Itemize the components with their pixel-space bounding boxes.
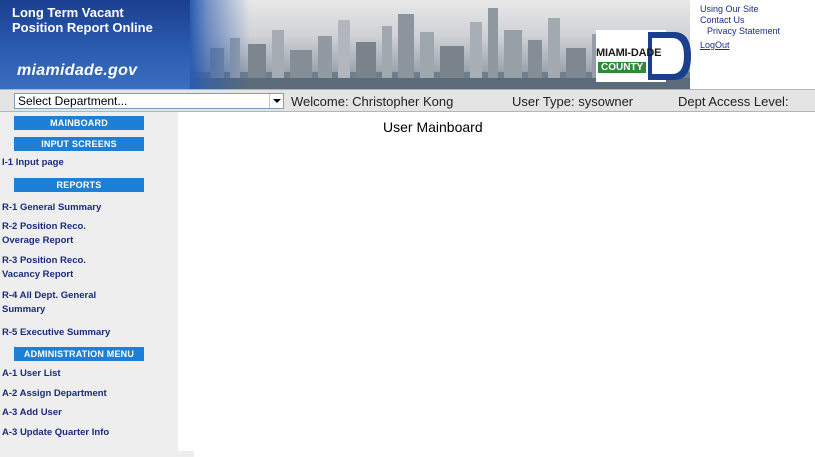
nav-link-r1-general-summary[interactable]: R-1 General Summary — [2, 201, 172, 215]
nav-header-reports: REPORTS — [14, 178, 144, 192]
logout-link[interactable]: LogOut — [700, 40, 810, 51]
nav-link-a3-add-user[interactable]: A-3 Add User — [2, 406, 172, 420]
banner-fade — [190, 0, 250, 89]
county-logo-subtext: COUNTY — [598, 62, 647, 73]
sidebar-footer-edge — [178, 451, 194, 457]
nav-mainboard[interactable]: MAINBOARD — [14, 116, 144, 130]
user-type-text: User Type: sysowner — [512, 94, 634, 109]
department-select[interactable]: Select Department... — [14, 93, 284, 109]
using-our-site-link[interactable]: Using Our Site — [700, 4, 810, 15]
app-title-line1: Long Term Vacant — [12, 5, 124, 20]
page-title: User Mainboard — [383, 119, 483, 135]
utility-links: Using Our Site Contact Us Privacy Statem… — [700, 4, 810, 51]
site-name-logo[interactable]: miamidade.gov — [17, 62, 137, 80]
nav-link-r2-overage[interactable]: R-2 Position Reco. Overage Report — [2, 220, 112, 248]
sidebar: MAINBOARD INPUT SCREENS I-1 Input page R… — [0, 112, 178, 457]
nav-header-administration: ADMINISTRATION MENU — [14, 347, 144, 361]
contact-us-link[interactable]: Contact Us — [700, 15, 810, 26]
brand-panel: Long Term Vacant Position Report Online … — [0, 0, 190, 89]
nav-link-r3-vacancy[interactable]: R-3 Position Reco. Vacancy Report — [2, 254, 112, 282]
department-select-value: Select Department... — [18, 94, 128, 108]
welcome-text: Welcome: Christopher Kong — [291, 94, 454, 109]
info-bar: Select Department... Welcome: Christophe… — [0, 89, 815, 112]
app-title-line2: Position Report Online — [12, 20, 153, 35]
nav-header-input-screens: INPUT SCREENS — [14, 137, 144, 151]
dept-access-text: Dept Access Level: — [678, 94, 789, 109]
nav-link-r5-executive[interactable]: R-5 Executive Summary — [2, 326, 172, 340]
chevron-down-icon[interactable] — [269, 94, 283, 108]
app-title: Long Term Vacant Position Report Online — [12, 5, 188, 35]
nav-link-a1-user-list[interactable]: A-1 User List — [2, 367, 172, 381]
nav-link-a2-assign-department[interactable]: A-2 Assign Department — [2, 387, 172, 401]
page-header: Long Term Vacant Position Report Online … — [0, 0, 815, 89]
nav-link-i1-input[interactable]: I-1 Input page — [2, 156, 172, 170]
county-logo-text: MIAMI-DADE — [596, 47, 662, 59]
privacy-statement-link[interactable]: Privacy Statement — [707, 26, 810, 37]
nav-link-r4-all-dept[interactable]: R-4 All Dept. General Summary — [2, 289, 132, 317]
nav-link-a3-update-quarter[interactable]: A-3 Update Quarter Info — [2, 426, 172, 440]
